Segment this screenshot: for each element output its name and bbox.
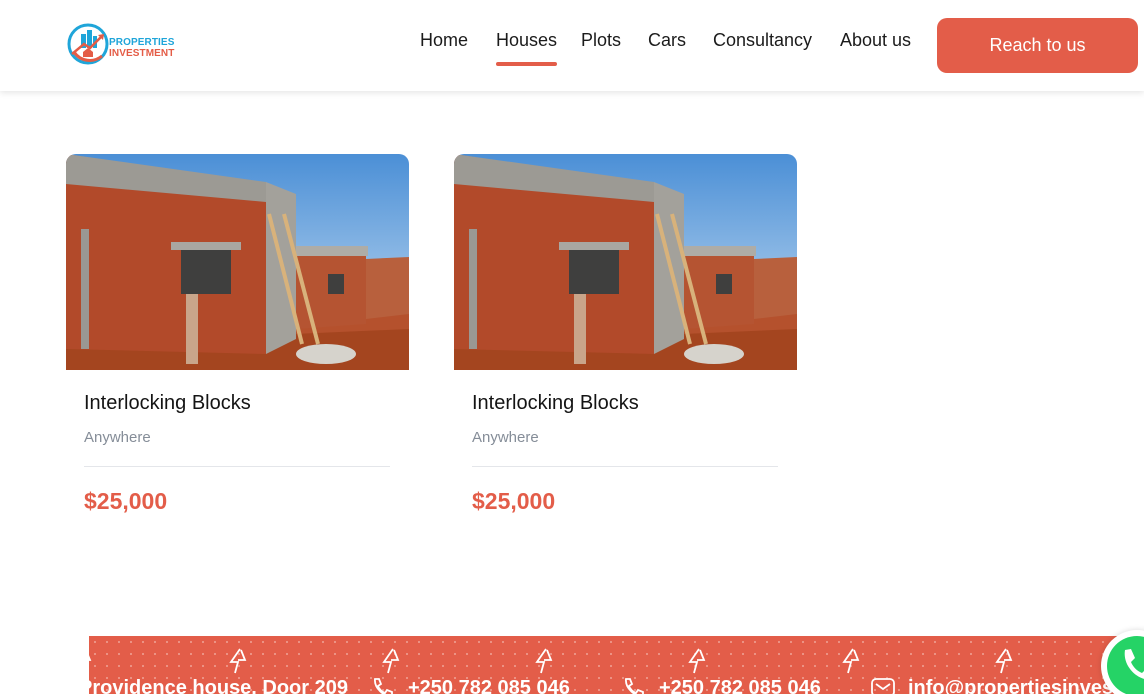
- nav-item-about-us[interactable]: About us: [840, 28, 911, 52]
- listing-price: $25,000: [472, 488, 556, 514]
- bolt-icon: [535, 648, 553, 674]
- listing-title[interactable]: Interlocking Blocks: [84, 392, 251, 415]
- ticker-phone[interactable]: +250 782 085 046: [408, 676, 570, 694]
- listing-location: Anywhere: [84, 429, 151, 446]
- listing-price: $25,000: [84, 488, 168, 514]
- nav-item-houses-label: Houses: [496, 30, 558, 50]
- listing-card[interactable]: Interlocking Blocks Anywhere $25,000: [66, 154, 409, 534]
- phone-icon: [374, 678, 393, 694]
- whatsapp-button[interactable]: [1101, 630, 1144, 694]
- active-nav-indicator: [496, 62, 558, 66]
- logo-icon: [67, 23, 109, 65]
- listing-image[interactable]: [66, 154, 409, 370]
- logo-wordmark: PROPERTIES INVESTMENT: [109, 37, 174, 59]
- listing-divider: [472, 466, 778, 467]
- ticker-address: Providence house, Door 209: [89, 677, 348, 694]
- listing-image[interactable]: [454, 154, 797, 370]
- nav-item-cars[interactable]: Cars: [648, 28, 686, 52]
- bolt-icon: [995, 648, 1013, 674]
- contact-ticker: Providence house, Door 209 +250 782 085 …: [89, 636, 1144, 694]
- bolt-icon: [89, 655, 92, 661]
- bolt-icon: [688, 648, 706, 674]
- nav-item-consultancy[interactable]: Consultancy: [713, 28, 812, 52]
- house-construction-photo: [454, 154, 797, 370]
- phone-icon: [625, 678, 644, 694]
- bolt-icon: [382, 648, 400, 674]
- nav-item-plots[interactable]: Plots: [581, 28, 621, 52]
- logo-line-properties: PROPERTIES: [109, 37, 175, 48]
- listing-divider: [84, 466, 390, 467]
- listing-location: Anywhere: [472, 429, 539, 446]
- nav-item-houses[interactable]: Houses: [496, 28, 558, 66]
- site-header: PROPERTIES INVESTMENT Home Houses Plots …: [0, 0, 1144, 91]
- house-construction-photo: [66, 154, 409, 370]
- whatsapp-icon: [1107, 636, 1144, 694]
- listing-title[interactable]: Interlocking Blocks: [472, 392, 639, 415]
- mail-icon: [871, 678, 895, 694]
- reach-to-us-button[interactable]: Reach to us: [937, 18, 1138, 73]
- listing-card[interactable]: Interlocking Blocks Anywhere $25,000: [454, 154, 797, 534]
- site-logo[interactable]: PROPERTIES INVESTMENT: [66, 22, 181, 66]
- bolt-icon: [229, 648, 247, 674]
- ticker-phone[interactable]: +250 782 085 046: [659, 676, 821, 694]
- logo-line-investment: INVESTMENT: [109, 48, 175, 59]
- bolt-icon: [842, 648, 860, 674]
- nav-item-home[interactable]: Home: [420, 28, 468, 52]
